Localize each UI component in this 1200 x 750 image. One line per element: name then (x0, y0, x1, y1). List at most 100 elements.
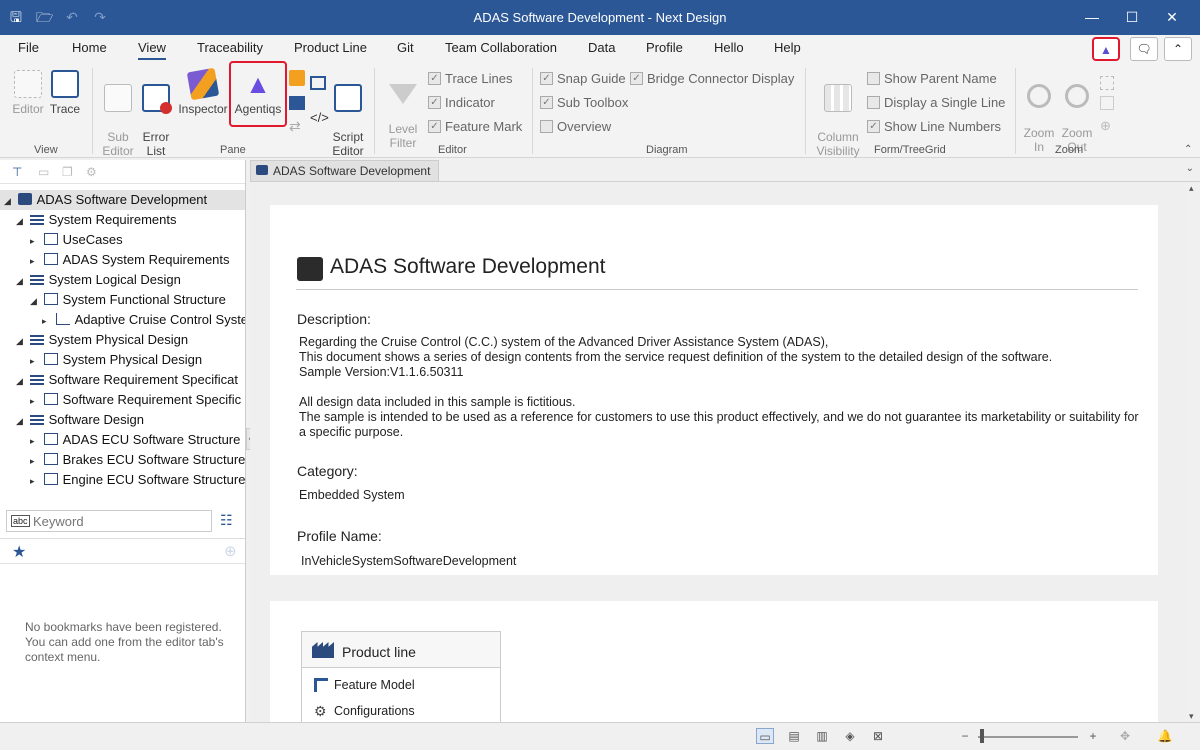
copy-icon[interactable]: ❐ (62, 165, 73, 179)
tree-node[interactable]: ▸ System Physical Design (30, 350, 245, 370)
add-model-icon[interactable]: ▭ (38, 165, 49, 179)
maximize-button[interactable]: ☐ (1112, 0, 1152, 35)
menu-home[interactable]: Home (72, 40, 107, 55)
expand-arrow-icon[interactable]: ◢ (16, 211, 26, 230)
tree-node[interactable]: ▸ Adaptive Cruise Control Syste (42, 310, 245, 330)
collapsed-arrow-icon[interactable]: ▸ (30, 231, 40, 250)
configurations-link[interactable]: ⚙ Configurations (314, 704, 415, 718)
overview-checkbox[interactable]: Overview (540, 119, 611, 134)
feature-mark-checkbox[interactable]: ✓ Feature Mark (428, 119, 522, 134)
fit-view-icon[interactable]: ✥ (1116, 728, 1134, 744)
tree-root[interactable]: ◢ ADAS Software Development (0, 190, 245, 210)
sub-editor-button[interactable]: Sub Editor (100, 70, 136, 158)
layout-normal-icon[interactable]: ▭ (756, 728, 774, 744)
menu-product-line[interactable]: Product Line (294, 40, 367, 55)
vertical-scrollbar[interactable]: ▴ ▾ (1186, 183, 1200, 722)
layout-split-horizontal-icon[interactable]: ▤ (785, 728, 803, 744)
zoom-100-icon[interactable] (1100, 96, 1114, 110)
display-single-line-checkbox[interactable]: Display a Single Line (867, 95, 1005, 110)
menu-team-collaboration[interactable]: Team Collaboration (445, 40, 557, 55)
tree-node[interactable]: ◢ System Functional Structure (30, 290, 245, 310)
menu-file[interactable]: File (18, 40, 39, 55)
expand-arrow-icon[interactable]: ◢ (16, 331, 26, 350)
tree-node[interactable]: ◢ System Requirements (16, 210, 245, 230)
pane-db-icon[interactable] (289, 96, 305, 110)
column-visibility-button[interactable]: Column Visibility (812, 70, 864, 158)
layout-split-vertical-icon[interactable]: ▥ (813, 728, 831, 744)
fit-all-icon[interactable]: ⊕ (1100, 118, 1111, 134)
collapsed-arrow-icon[interactable]: ▸ (30, 471, 40, 490)
collapse-ribbon-icon[interactable]: ⌃ (1164, 37, 1192, 61)
star-icon[interactable]: ★ (12, 542, 26, 562)
menu-view[interactable]: View (138, 40, 166, 60)
collapsed-arrow-icon[interactable]: ▸ (30, 351, 40, 370)
tree-view-icon[interactable]: ⊤ (12, 165, 22, 179)
close-button[interactable]: ✕ (1152, 0, 1192, 35)
tree-node[interactable]: ◢ System Logical Design (16, 270, 245, 290)
add-bookmark-icon[interactable]: ⊕ (224, 542, 237, 560)
collapsed-arrow-icon[interactable]: ▸ (42, 311, 52, 330)
tree-node[interactable]: ◢ Software Requirement Specificat (16, 370, 245, 390)
tree-node[interactable]: ▸ Engine ECU Software Structure (30, 470, 245, 490)
collapsed-arrow-icon[interactable]: ▸ (30, 391, 40, 410)
tree-node[interactable]: ◢ Software Design (16, 410, 245, 430)
settings-icon[interactable]: ⚙ (86, 165, 97, 179)
collapsed-arrow-icon[interactable]: ▸ (30, 251, 40, 270)
menu-data[interactable]: Data (588, 40, 615, 55)
expand-arrow-icon[interactable]: ◢ (30, 291, 40, 310)
fit-width-icon[interactable] (1100, 76, 1114, 90)
level-filter-button[interactable]: Level Filter (382, 70, 424, 150)
show-parent-name-checkbox[interactable]: Show Parent Name (867, 71, 997, 86)
zoom-in-button[interactable]: Zoom In (1021, 70, 1057, 154)
menu-traceability[interactable]: Traceability (197, 40, 263, 55)
scroll-up-icon[interactable]: ▴ (1189, 183, 1194, 194)
keyword-input[interactable] (33, 513, 209, 529)
ribbon-collapse-chevron-icon[interactable]: ⌃ (1184, 144, 1192, 155)
menu-hello[interactable]: Hello (714, 40, 744, 55)
feature-model-link[interactable]: Feature Model (314, 678, 415, 692)
agentiqs-button[interactable]: ▲ Agentiqs (229, 61, 287, 127)
code-icon[interactable]: </> (310, 110, 329, 125)
zoom-slider-track[interactable] (978, 736, 1078, 738)
tree-node[interactable]: ▸ ADAS System Requirements (30, 250, 245, 270)
collapsed-arrow-icon[interactable]: ▸ (30, 431, 40, 450)
bridge-connector-checkbox[interactable]: ✓ Bridge Connector Display (630, 71, 794, 86)
sub-toolbox-checkbox[interactable]: ✓ Sub Toolbox (540, 95, 628, 110)
show-line-numbers-checkbox[interactable]: ✓ Show Line Numbers (867, 119, 1001, 134)
indicator-checkbox[interactable]: ✓ Indicator (428, 95, 495, 110)
zoom-out-button[interactable]: Zoom Out (1059, 70, 1095, 154)
tab-list-chevron-icon[interactable]: ⌄ (1186, 163, 1194, 174)
script-editor-button[interactable]: Script Editor (328, 70, 368, 158)
agentiqs-quick-icon[interactable]: ▲ (1092, 37, 1120, 61)
notification-bell-icon[interactable]: 🔔 (1156, 728, 1174, 744)
tree-node[interactable]: ◢ System Physical Design (16, 330, 245, 350)
pane-small-icon[interactable] (289, 70, 305, 86)
error-list-button[interactable]: Error List (138, 70, 174, 158)
tab-adas-software-development[interactable]: ADAS Software Development (250, 160, 440, 182)
scroll-down-icon[interactable]: ▾ (1189, 711, 1194, 722)
search-options-icon[interactable]: ☷ (220, 512, 236, 528)
editor-button[interactable]: Editor (8, 70, 48, 116)
tree-node[interactable]: ▸ ADAS ECU Software Structure (30, 430, 245, 450)
zoom-in-small-icon[interactable]: + (1084, 728, 1102, 744)
tree-node[interactable]: ▸ UseCases (30, 230, 245, 250)
snap-guide-checkbox[interactable]: ✓ Snap Guide (540, 71, 626, 86)
pane-export-icon[interactable] (310, 76, 326, 90)
menu-help[interactable]: Help (774, 40, 801, 55)
trace-lines-checkbox[interactable]: ✓ Trace Lines (428, 71, 512, 86)
tree-node[interactable]: ▸ Brakes ECU Software Structure (30, 450, 245, 470)
menu-profile[interactable]: Profile (646, 40, 683, 55)
zoom-slider-thumb[interactable] (980, 729, 984, 743)
inspector-button[interactable]: Inspector (176, 67, 230, 116)
expand-arrow-icon[interactable]: ◢ (16, 411, 26, 430)
comment-icon[interactable]: 🗨 (1130, 37, 1158, 61)
layout-close-icon[interactable]: ⊠ (869, 728, 887, 744)
menu-git[interactable]: Git (397, 40, 414, 55)
layout-detail-icon[interactable]: ◈ (841, 728, 859, 744)
minimize-button[interactable]: — (1072, 0, 1112, 35)
pane-sync-icon[interactable]: ⇄ (289, 118, 301, 135)
expand-arrow-icon[interactable]: ◢ (16, 271, 26, 290)
collapsed-arrow-icon[interactable]: ▸ (30, 451, 40, 470)
zoom-out-small-icon[interactable]: − (956, 728, 974, 744)
expand-arrow-icon[interactable]: ◢ (4, 191, 14, 210)
